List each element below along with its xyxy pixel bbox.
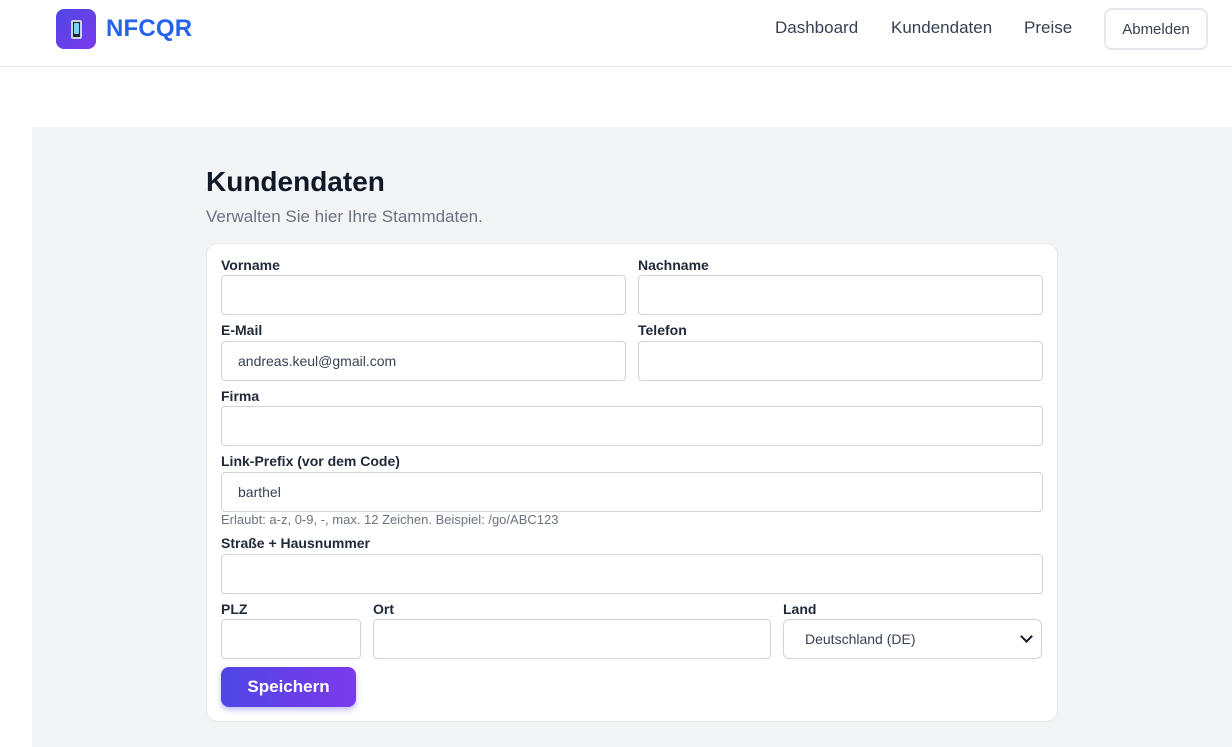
- email-field[interactable]: [221, 341, 626, 381]
- link-prefix-hint: Erlaubt: a-z, 0-9, -, max. 12 Zeichen. B…: [221, 512, 559, 527]
- top-navbar: NFCQR Dashboard Kundendaten Preise Abmel…: [0, 0, 1232, 67]
- logout-button[interactable]: Abmelden: [1104, 8, 1208, 50]
- chevron-down-icon: [1020, 630, 1033, 643]
- page-subtitle: Verwalten Sie hier Ihre Stammdaten.: [206, 207, 483, 226]
- plz-label: PLZ: [221, 601, 248, 617]
- link-prefix-field[interactable]: [221, 472, 1043, 512]
- strasse-field[interactable]: [221, 554, 1043, 594]
- nachname-field[interactable]: [638, 275, 1043, 315]
- strasse-label: Straße + Hausnummer: [221, 535, 370, 551]
- link-prefix-label: Link-Prefix (vor dem Code): [221, 453, 400, 469]
- firma-field[interactable]: [221, 406, 1043, 446]
- ort-field[interactable]: [373, 619, 771, 659]
- plz-field[interactable]: [221, 619, 361, 659]
- land-select[interactable]: Deutschland (DE): [783, 619, 1042, 659]
- telefon-label: Telefon: [638, 322, 687, 338]
- nachname-label: Nachname: [638, 257, 709, 273]
- vorname-label: Vorname: [221, 257, 280, 273]
- land-label: Land: [783, 601, 817, 617]
- nav-dashboard[interactable]: Dashboard: [775, 18, 858, 38]
- save-button[interactable]: Speichern: [221, 667, 356, 707]
- email-label: E-Mail: [221, 322, 263, 338]
- ort-label: Ort: [373, 601, 394, 617]
- brand[interactable]: NFCQR: [56, 9, 192, 49]
- vorname-field[interactable]: [221, 275, 626, 315]
- app-logo: [56, 9, 96, 49]
- brand-name[interactable]: NFCQR: [106, 15, 192, 43]
- phone-icon: [70, 19, 82, 39]
- nav-preise[interactable]: Preise: [1024, 18, 1072, 38]
- page-title: Kundendaten: [206, 166, 385, 197]
- nav-kundendaten[interactable]: Kundendaten: [891, 18, 992, 38]
- land-selected-value: Deutschland (DE): [805, 631, 916, 647]
- telefon-field[interactable]: [638, 341, 1043, 381]
- firma-label: Firma: [221, 388, 260, 404]
